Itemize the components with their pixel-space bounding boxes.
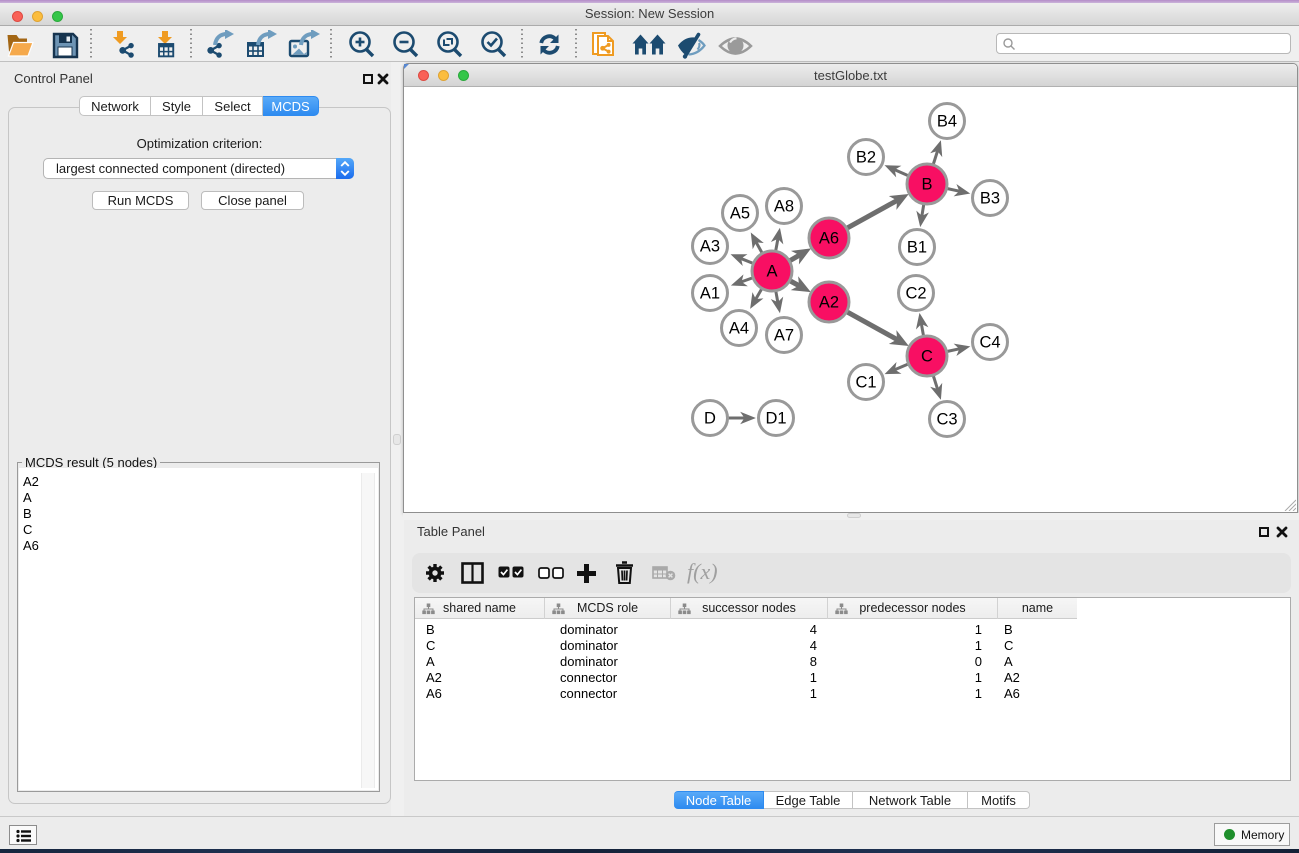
svg-text:A7: A7 (774, 327, 794, 345)
svg-text:B3: B3 (980, 190, 1000, 208)
svg-text:A4: A4 (729, 320, 749, 338)
svg-text:D: D (704, 410, 716, 428)
svg-text:B: B (921, 176, 932, 194)
svg-text:C2: C2 (905, 285, 926, 303)
svg-text:C4: C4 (979, 334, 1000, 352)
svg-text:A: A (766, 263, 777, 281)
svg-text:A2: A2 (819, 294, 839, 312)
svg-text:B2: B2 (856, 149, 876, 167)
svg-text:D1: D1 (765, 410, 786, 428)
svg-text:C: C (921, 348, 933, 366)
svg-text:B4: B4 (937, 113, 957, 131)
svg-text:B1: B1 (907, 239, 927, 257)
svg-text:C3: C3 (936, 411, 957, 429)
svg-text:A1: A1 (700, 285, 720, 303)
svg-text:A5: A5 (730, 205, 750, 223)
svg-text:A6: A6 (819, 230, 839, 248)
svg-text:C1: C1 (855, 374, 876, 392)
svg-text:A3: A3 (700, 238, 720, 256)
svg-text:A8: A8 (774, 198, 794, 216)
